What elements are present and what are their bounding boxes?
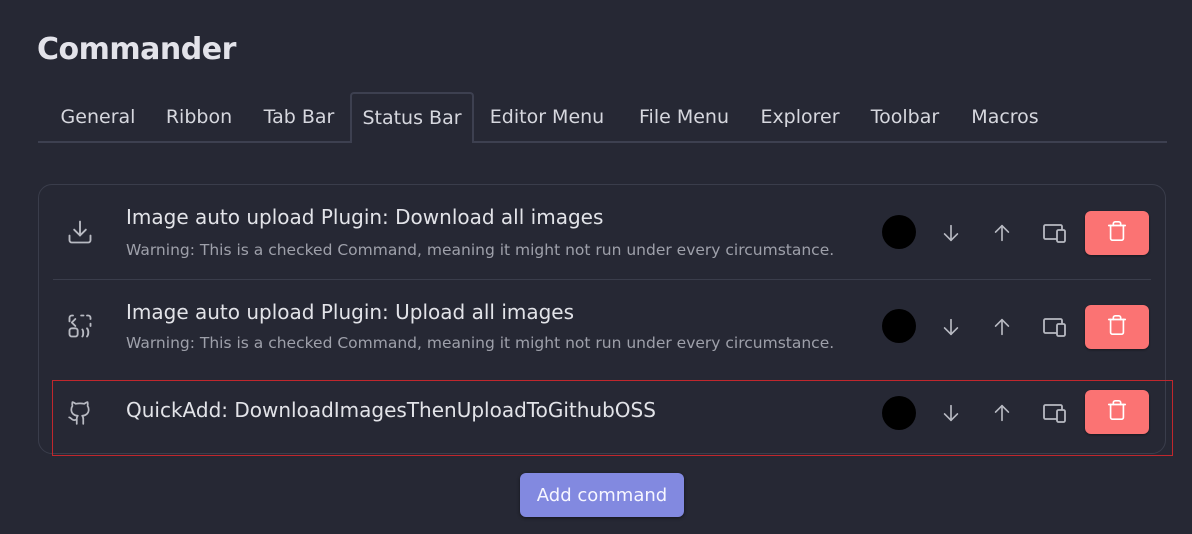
tab-bar: General Ribbon Tab Bar Status Bar Editor… [38, 92, 1167, 143]
tab-ribbon[interactable]: Ribbon [156, 92, 242, 141]
tab-macros[interactable]: Macros [964, 92, 1046, 141]
command-row: Image auto upload Plugin: Download all i… [53, 185, 1151, 280]
command-row: Image auto upload Plugin: Upload all ima… [53, 280, 1151, 375]
tab-status-bar[interactable]: Status Bar [350, 92, 474, 143]
add-command-button[interactable]: Add command [520, 473, 684, 517]
command-warning: Warning: This is a checked Command, mean… [126, 334, 835, 352]
move-up-icon[interactable] [987, 218, 1017, 248]
devices-icon[interactable] [1040, 312, 1070, 342]
delete-button[interactable] [1085, 211, 1149, 255]
tab-explorer[interactable]: Explorer [754, 92, 846, 141]
tab-editor-menu[interactable]: Editor Menu [482, 92, 612, 141]
move-down-icon[interactable] [936, 312, 966, 342]
scan-face-icon [65, 311, 95, 341]
delete-button[interactable] [1085, 305, 1149, 349]
devices-icon[interactable] [1040, 218, 1070, 248]
tab-file-menu[interactable]: File Menu [628, 92, 740, 141]
page-title: Commander [37, 32, 236, 67]
color-picker-button[interactable] [882, 215, 916, 249]
tab-toolbar[interactable]: Toolbar [864, 92, 946, 141]
tab-general[interactable]: General [48, 92, 148, 141]
move-down-icon[interactable] [936, 218, 966, 248]
selection-highlight [52, 380, 1173, 456]
trash-icon [1106, 313, 1128, 341]
tab-tab-bar[interactable]: Tab Bar [252, 92, 346, 141]
command-warning: Warning: This is a checked Command, mean… [126, 241, 835, 259]
download-icon [65, 217, 95, 247]
command-title: Image auto upload Plugin: Download all i… [126, 205, 604, 229]
command-title: Image auto upload Plugin: Upload all ima… [126, 300, 575, 324]
move-up-icon[interactable] [987, 312, 1017, 342]
trash-icon [1106, 219, 1128, 247]
color-picker-button[interactable] [882, 309, 916, 343]
